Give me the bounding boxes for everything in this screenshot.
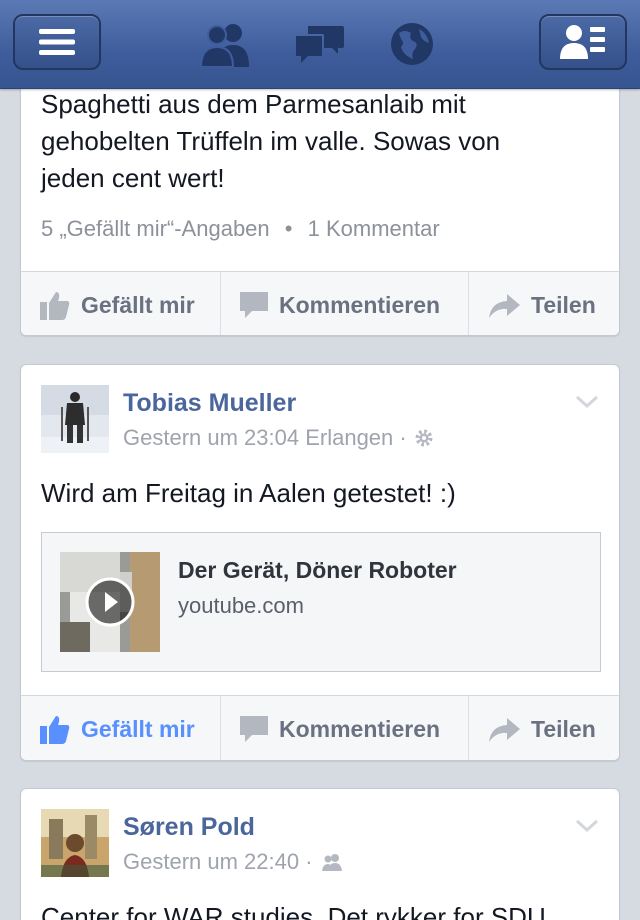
like-button[interactable]: Gefällt mir — [39, 272, 195, 335]
globe-notifications-icon — [391, 23, 433, 65]
post-time[interactable]: Gestern um 22:40 · — [123, 849, 313, 875]
comments-count[interactable]: 1 Kommentar — [308, 216, 440, 241]
messages-icon — [296, 26, 344, 63]
post-meta: Gestern um 23:04 Erlangen · — [123, 425, 433, 451]
friend-requests-icon — [199, 24, 249, 67]
post-action-bar: Gefällt mir Kommentieren Teilen — [21, 271, 619, 335]
post-text-line: jeden cent wert! — [41, 163, 225, 193]
comment-label: Kommentieren — [279, 291, 441, 318]
post-text: Center for WAR studies. Det rykker for S… — [41, 902, 546, 920]
chevron-down-icon[interactable] — [575, 819, 599, 833]
share-button[interactable]: Teilen — [487, 696, 596, 760]
action-divider — [220, 696, 221, 760]
post-author[interactable]: Søren Pold — [123, 813, 255, 842]
comment-label: Kommentieren — [279, 715, 441, 742]
thumbs-up-icon — [40, 716, 70, 744]
avatar[interactable] — [41, 809, 109, 877]
comment-bubble-icon — [240, 716, 268, 742]
friends-icon — [321, 854, 342, 871]
comment-button[interactable]: Kommentieren — [239, 272, 441, 335]
action-divider — [468, 696, 469, 760]
friend-requests-button[interactable] — [198, 18, 254, 70]
link-domain: youtube.com — [178, 593, 304, 618]
video-thumbnail[interactable] — [60, 552, 160, 652]
post-text-line: gehobelten Trüffeln im valle. Sowas von — [41, 126, 501, 156]
share-label: Teilen — [531, 715, 596, 742]
action-divider — [468, 272, 469, 335]
like-label: Gefällt mir — [81, 291, 195, 318]
post-text-line: Spaghetti aus dem Parmesanlaib mit — [41, 89, 466, 119]
action-divider — [220, 272, 221, 335]
link-title: Der Gerät, Döner Roboter — [178, 557, 457, 583]
chevron-down-icon[interactable] — [575, 395, 599, 409]
share-arrow-icon — [489, 718, 520, 742]
share-button[interactable]: Teilen — [487, 272, 596, 335]
news-feed-post: Søren Pold Gestern um 22:40 · Center for… — [20, 788, 620, 920]
post-time-location[interactable]: Gestern um 23:04 Erlangen · — [123, 425, 407, 451]
video-thumbnail-image — [60, 552, 160, 652]
notifications-button[interactable] — [384, 18, 440, 70]
gear-icon — [415, 429, 433, 447]
news-feed-post: Tobias Mueller Gestern um 23:04 Erlangen… — [20, 364, 620, 761]
like-button[interactable]: Gefällt mir — [39, 696, 195, 760]
post-action-bar: Gefällt mir Kommentieren Teilen — [21, 695, 619, 760]
avatar[interactable] — [41, 385, 109, 453]
menu-button[interactable] — [13, 14, 101, 70]
messages-button[interactable] — [292, 18, 348, 70]
thumbs-up-icon — [40, 292, 70, 320]
stats-separator: • — [284, 216, 293, 241]
post-stats: 5 „Gefällt mir“-Angaben • 1 Kommentar — [41, 216, 440, 242]
post-author[interactable]: Tobias Mueller — [123, 389, 296, 418]
contacts-button[interactable] — [539, 14, 627, 70]
avatar-photo — [41, 809, 109, 877]
avatar-photo — [41, 385, 109, 453]
link-preview[interactable]: Der Gerät, Döner Roboter youtube.com — [41, 532, 601, 672]
share-arrow-icon — [489, 294, 520, 318]
likes-count[interactable]: 5 „Gefällt mir“-Angaben — [41, 216, 270, 241]
comment-button[interactable]: Kommentieren — [239, 696, 441, 760]
contacts-list-icon — [560, 25, 605, 59]
share-label: Teilen — [531, 291, 596, 318]
post-text: Wird am Freitag in Aalen getestet! :) — [41, 478, 456, 508]
hamburger-menu-icon — [39, 29, 75, 55]
top-navigation-bar — [0, 0, 640, 89]
like-label: Gefällt mir — [81, 715, 195, 742]
comment-bubble-icon — [240, 292, 268, 318]
post-meta: Gestern um 22:40 · — [123, 849, 343, 875]
